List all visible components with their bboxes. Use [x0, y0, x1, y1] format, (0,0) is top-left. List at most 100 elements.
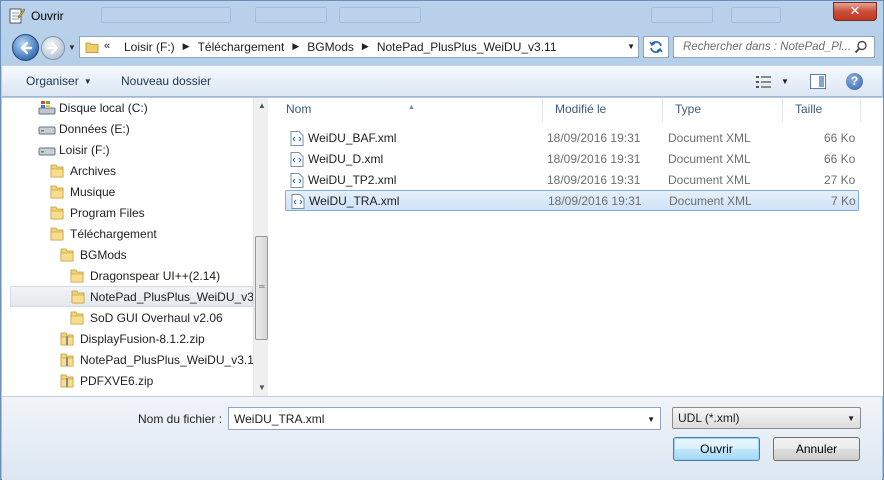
file-row-selected[interactable]: WeiDU_TRA.xml 18/09/2016 19:31 Document … [285, 190, 859, 211]
breadcrumb-item[interactable]: Téléchargement [194, 40, 289, 54]
tree-item-program-files[interactable]: Program Files [49, 203, 252, 224]
file-name: WeiDU_TP2.xml [308, 173, 397, 187]
file-row[interactable]: WeiDU_TP2.xml 18/09/2016 19:31 Document … [285, 170, 859, 191]
tree-item-label: DisplayFusion-8.1.2.zip [80, 332, 205, 346]
title-bar: Ouvrir ✕ [1, 1, 883, 31]
forward-arrow-icon [46, 41, 59, 55]
file-size: 66 Ko [824, 131, 856, 145]
preview-pane-icon[interactable] [810, 74, 826, 89]
filename-input[interactable]: WeiDU_TRA.xml ▼ [228, 407, 661, 430]
tree-item-label: BGMods [80, 248, 127, 262]
refresh-button[interactable] [643, 36, 669, 58]
breadcrumb-item[interactable]: BGMods [303, 40, 358, 54]
view-options-button[interactable] [756, 75, 772, 92]
open-button[interactable]: Ouvrir [673, 437, 760, 461]
breadcrumb-separator-icon[interactable]: ▶ [358, 40, 373, 54]
file-name: WeiDU_BAF.xml [308, 131, 397, 145]
breadcrumb-overflow-button[interactable]: « [104, 40, 110, 52]
file-type-filter-value: UDL (*.xml) [678, 411, 740, 425]
scroll-down-arrow-icon[interactable]: ▼ [258, 383, 266, 392]
tree-item-donnees[interactable]: Données (E:) [38, 119, 252, 140]
tree-item-loisir[interactable]: Loisir (F:) [38, 140, 252, 161]
search-placeholder: Rechercher dans : NotePad_Pl... [683, 41, 852, 53]
tree-item-telechargement[interactable]: Téléchargement [49, 224, 252, 245]
tree-item-displayfusion-zip[interactable]: DisplayFusion-8.1.2.zip [59, 329, 252, 350]
tree-item-sod-gui[interactable]: SoD GUI Overhaul v2.06 [69, 308, 252, 329]
file-size: 7 Ko [831, 194, 856, 208]
file-modified: 18/09/2016 19:31 [547, 131, 641, 145]
details-view-icon [756, 76, 771, 88]
tree-item-label: Téléchargement [70, 227, 157, 241]
tree-item-notepad-plusplus[interactable]: NotePad_PlusPlus_WeiDU_v3.1 [10, 286, 264, 307]
close-icon: ✕ [849, 4, 861, 19]
breadcrumb-item[interactable]: NotePad_PlusPlus_WeiDU_v3.11 [373, 40, 561, 54]
cancel-button[interactable]: Annuler [773, 437, 860, 461]
breadcrumb-separator-icon[interactable]: ▶ [179, 40, 194, 54]
file-size: 27 Ko [824, 173, 856, 187]
file-row[interactable]: WeiDU_BAF.xml 18/09/2016 19:31 Document … [285, 128, 859, 149]
search-icon [854, 40, 868, 57]
file-modified: 18/09/2016 19:31 [548, 194, 642, 208]
breadcrumb: Loisir (F:) ▶ Téléchargement ▶ BGMods ▶ … [120, 40, 561, 54]
column-header-type[interactable]: Type [663, 98, 783, 122]
file-type: Document XML [668, 173, 751, 187]
tree-item-label: Loisir (F:) [59, 143, 110, 157]
tree-item-label: Musique [70, 185, 116, 199]
xml-file-icon [291, 194, 305, 216]
filename-value: WeiDU_TRA.xml [234, 412, 325, 426]
filename-history-chevron-icon[interactable]: ▼ [647, 415, 655, 424]
refresh-icon [649, 41, 663, 53]
scroll-up-arrow-icon[interactable]: ▲ [258, 101, 266, 110]
file-type: Document XML [668, 152, 751, 166]
address-history-chevron-icon[interactable]: ▼ [627, 42, 635, 51]
filename-label: Nom du fichier : [138, 412, 223, 426]
tree-item-pdfxve6-zip[interactable]: PDFXVE6.zip [59, 371, 252, 392]
column-header-label: Taille [795, 102, 823, 116]
breadcrumb-separator-icon[interactable]: ▶ [288, 40, 303, 54]
column-header-label: Type [675, 102, 702, 116]
tree-item-label: Données (E:) [59, 122, 130, 136]
close-button[interactable]: ✕ [833, 2, 877, 21]
tree-item-archives[interactable]: Archives [49, 161, 252, 182]
column-header-modified[interactable]: Modifié le [543, 98, 663, 122]
grip-icon: ═ [259, 282, 265, 291]
tree-item-bgmods[interactable]: BGMods [59, 245, 252, 266]
column-header-label: Modifié le [555, 102, 607, 116]
tree-item-musique[interactable]: Musique [49, 182, 252, 203]
file-row[interactable]: WeiDU_D.xml 18/09/2016 19:31 Document XM… [285, 149, 859, 170]
tree-scrollbar[interactable]: ▲ ═ ▼ [253, 98, 268, 396]
view-chevron-down-icon[interactable]: ▼ [781, 77, 789, 86]
blurred-background-item [651, 7, 713, 23]
back-arrow-icon [20, 41, 33, 55]
address-bar[interactable]: « Loisir (F:) ▶ Téléchargement ▶ BGMods … [79, 36, 639, 58]
folder-icon [85, 40, 99, 57]
recent-pages-chevron-icon[interactable]: ▼ [68, 43, 76, 52]
tree-item-notepad-zip[interactable]: NotePad_PlusPlus_WeiDU_v3.11. [59, 350, 263, 371]
tree-item-label: NotePad_PlusPlus_WeiDU_v3.11. [80, 353, 263, 367]
chevron-down-icon: ▼ [83, 77, 92, 86]
file-modified: 18/09/2016 19:31 [547, 152, 641, 166]
window-title: Ouvrir [31, 9, 64, 23]
help-icon[interactable]: ? [846, 73, 863, 90]
forward-button[interactable] [41, 36, 65, 60]
tree-item-label: SoD GUI Overhaul v2.06 [90, 311, 223, 325]
column-header-name[interactable]: Nom ▲ [274, 98, 543, 122]
tree-item-disque-local[interactable]: Disque local (C:) [38, 98, 252, 119]
file-type: Document XML [668, 131, 751, 145]
new-folder-button[interactable]: Nouveau dossier [121, 74, 211, 88]
back-button[interactable] [12, 34, 39, 61]
file-list: Nom ▲ Modifié le Type Taille WeiDU_BAF.x… [274, 98, 883, 396]
tree-item-label: Program Files [70, 206, 145, 220]
organize-menu-button[interactable]: Organiser ▼ [26, 74, 92, 88]
tree-item-dragonspear[interactable]: Dragonspear UI++(2.14) [69, 266, 252, 287]
breadcrumb-item[interactable]: Loisir (F:) [120, 40, 179, 54]
search-input[interactable]: Rechercher dans : NotePad_Pl... [673, 36, 875, 58]
organize-label: Organiser [26, 74, 79, 88]
column-header-size[interactable]: Taille [783, 98, 861, 122]
file-name: WeiDU_D.xml [308, 152, 384, 166]
file-modified: 18/09/2016 19:31 [547, 173, 641, 187]
file-type-filter-select[interactable]: UDL (*.xml) ▼ [672, 407, 861, 429]
file-type: Document XML [669, 194, 752, 208]
scrollbar-thumb[interactable]: ═ [255, 236, 268, 340]
blurred-background-item [255, 7, 327, 23]
